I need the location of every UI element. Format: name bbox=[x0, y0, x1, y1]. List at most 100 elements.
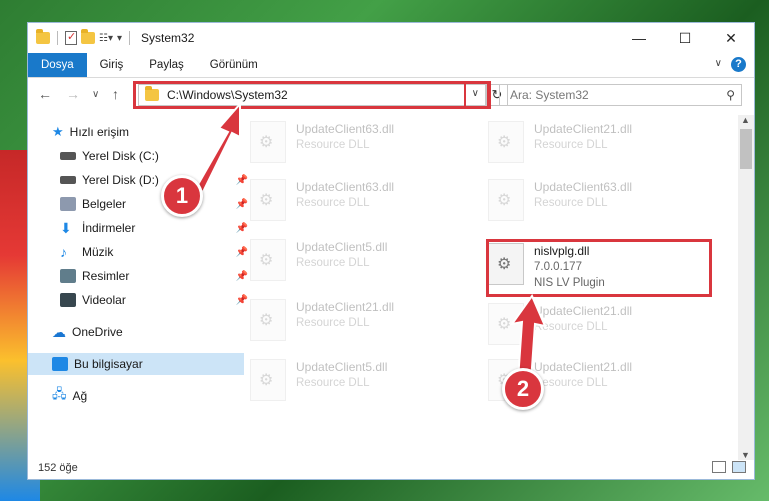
sidebar-item-this-pc[interactable]: Bu bilgisayar bbox=[28, 353, 244, 375]
tab-share[interactable]: Paylaş bbox=[136, 53, 197, 77]
drive-icon bbox=[60, 152, 76, 160]
sidebar-item-documents[interactable]: Belgeler 📌 bbox=[28, 193, 252, 215]
sidebar-item-label: Resimler bbox=[82, 269, 130, 283]
scroll-thumb[interactable] bbox=[740, 129, 752, 169]
back-arrow-icon[interactable]: ← bbox=[38, 86, 52, 102]
sidebar-item-local-disk-d[interactable]: Yerel Disk (D:) 📌 bbox=[28, 169, 252, 191]
sidebar-item-network[interactable]: 🖧 Ağ bbox=[28, 385, 244, 407]
separator bbox=[57, 31, 58, 45]
recent-locations-icon[interactable]: ∨ bbox=[92, 89, 99, 100]
forward-arrow-icon[interactable]: → bbox=[66, 86, 80, 102]
file-item[interactable]: UpdateClient5.dll Resource DLL bbox=[250, 359, 470, 409]
videos-icon bbox=[60, 293, 76, 307]
navigation-bar: ← → ∨ ↑ C:\Windows\System32 ∨ ↻ Ara: Sys… bbox=[28, 78, 754, 112]
dll-file-icon bbox=[488, 121, 524, 163]
sidebar-item-onedrive[interactable]: ☁ OneDrive bbox=[28, 321, 244, 343]
cloud-icon: ☁ bbox=[52, 323, 66, 340]
close-button[interactable]: ✕ bbox=[708, 23, 754, 53]
customize-toolbar-icon[interactable]: ☷▾ bbox=[99, 33, 113, 44]
dll-file-icon bbox=[250, 121, 286, 163]
file-name: UpdateClient5.dll bbox=[296, 360, 388, 374]
file-type: Resource DLL bbox=[534, 139, 608, 151]
refresh-highlight-box bbox=[464, 81, 489, 109]
sidebar-item-pictures[interactable]: Resimler 📌 bbox=[28, 265, 252, 287]
sidebar-item-music[interactable]: ♪ Müzik 📌 bbox=[28, 241, 252, 263]
file-item[interactable]: UpdateClient21.dll Resource DLL bbox=[488, 303, 708, 353]
file-type: Resource DLL bbox=[296, 257, 370, 269]
computer-icon bbox=[52, 357, 68, 371]
file-name: UpdateClient21.dll bbox=[534, 360, 633, 374]
network-icon: 🖧 bbox=[52, 386, 67, 401]
dll-file-icon bbox=[250, 239, 286, 281]
sidebar-item-label: Videolar bbox=[82, 293, 126, 307]
tab-home[interactable]: Giriş bbox=[87, 53, 137, 77]
search-icon[interactable]: ⚲ bbox=[726, 88, 735, 102]
file-item[interactable]: UpdateClient63.dll Resource DLL bbox=[250, 179, 470, 229]
file-item[interactable]: UpdateClient5.dll Resource DLL bbox=[250, 239, 470, 289]
quick-access-toolbar: ☷▾ ▾ bbox=[28, 29, 133, 45]
dll-file-icon bbox=[250, 299, 286, 341]
sidebar-item-videos[interactable]: Videolar 📌 bbox=[28, 289, 252, 311]
sidebar-item-label: Yerel Disk (C:) bbox=[82, 149, 159, 163]
file-item[interactable]: UpdateClient63.dll Resource DLL bbox=[250, 121, 470, 171]
dropdown-icon[interactable]: ▾ bbox=[117, 33, 122, 44]
large-icons-view-icon[interactable] bbox=[732, 461, 746, 473]
dll-file-icon bbox=[488, 303, 524, 345]
expand-ribbon-icon[interactable]: ∨ bbox=[715, 58, 722, 69]
file-name: UpdateClient63.dll bbox=[296, 122, 395, 136]
details-view-icon[interactable] bbox=[712, 461, 726, 473]
new-folder-icon[interactable] bbox=[81, 29, 95, 44]
sidebar-item-label: Bu bilgisayar bbox=[74, 357, 143, 371]
file-item[interactable]: UpdateClient63.dll Resource DLL bbox=[488, 179, 708, 229]
file-name: UpdateClient21.dll bbox=[296, 300, 395, 314]
vertical-scrollbar[interactable]: ▲ ▼ bbox=[738, 115, 754, 460]
file-name: UpdateClient63.dll bbox=[534, 180, 633, 194]
file-type: Resource DLL bbox=[296, 197, 370, 209]
file-item[interactable]: UpdateClient21.dll Resource DLL bbox=[250, 299, 470, 349]
help-icon[interactable]: ? bbox=[731, 57, 746, 72]
navigation-pane: ★ Hızlı erişim Yerel Disk (C:) Yerel Dis… bbox=[28, 115, 248, 455]
item-count: 152 öğe bbox=[38, 462, 78, 474]
file-type: Resource DLL bbox=[296, 139, 370, 151]
file-type: Resource DLL bbox=[534, 321, 608, 333]
maximize-button[interactable]: ☐ bbox=[662, 23, 708, 53]
documents-icon bbox=[60, 197, 76, 211]
dll-file-icon bbox=[250, 359, 286, 401]
callout-2: 2 bbox=[502, 368, 544, 410]
explorer-window: ☷▾ ▾ System32 — ☐ ✕ Dosya Giriş Paylaş G… bbox=[27, 22, 755, 480]
drive-icon bbox=[60, 176, 76, 184]
properties-icon[interactable] bbox=[65, 30, 77, 45]
file-name: UpdateClient63.dll bbox=[296, 180, 395, 194]
music-icon: ♪ bbox=[60, 244, 67, 260]
search-placeholder: Ara: System32 bbox=[510, 88, 589, 102]
sidebar-item-quick-access[interactable]: ★ Hızlı erişim bbox=[28, 121, 244, 143]
tab-file[interactable]: Dosya bbox=[28, 53, 87, 77]
search-box[interactable]: Ara: System32 ⚲ bbox=[499, 84, 742, 106]
file-name: UpdateClient21.dll bbox=[534, 122, 633, 136]
sidebar-item-local-disk-c[interactable]: Yerel Disk (C:) bbox=[28, 145, 252, 167]
file-highlight-box bbox=[486, 239, 712, 297]
minimize-button[interactable]: — bbox=[616, 23, 662, 53]
sidebar-item-label: Hızlı erişim bbox=[69, 125, 129, 139]
folder-icon[interactable] bbox=[36, 29, 50, 44]
scroll-up-icon[interactable]: ▲ bbox=[741, 115, 750, 125]
file-item[interactable]: UpdateClient21.dll Resource DLL bbox=[488, 121, 708, 171]
file-type: Resource DLL bbox=[296, 317, 370, 329]
file-name: UpdateClient5.dll bbox=[296, 240, 388, 254]
separator bbox=[129, 31, 131, 45]
sidebar-item-label: Belgeler bbox=[82, 197, 127, 211]
star-icon: ★ bbox=[52, 124, 64, 139]
dll-file-icon bbox=[488, 179, 524, 221]
tab-view[interactable]: Görünüm bbox=[197, 53, 271, 77]
ribbon-tabs: Dosya Giriş Paylaş Görünüm ∨ ? bbox=[28, 53, 754, 78]
address-highlight-box bbox=[133, 81, 491, 109]
dll-file-icon bbox=[250, 179, 286, 221]
sidebar-item-label: OneDrive bbox=[72, 325, 123, 339]
sidebar-item-downloads[interactable]: ⬇ İndirmeler 📌 bbox=[28, 217, 252, 239]
view-buttons bbox=[712, 461, 746, 473]
sidebar-item-label: Müzik bbox=[82, 245, 114, 259]
callout-1: 1 bbox=[161, 175, 203, 217]
up-arrow-icon[interactable]: ↑ bbox=[112, 86, 119, 102]
sidebar-item-label: İndirmeler bbox=[82, 221, 136, 235]
file-type: Resource DLL bbox=[534, 377, 608, 389]
